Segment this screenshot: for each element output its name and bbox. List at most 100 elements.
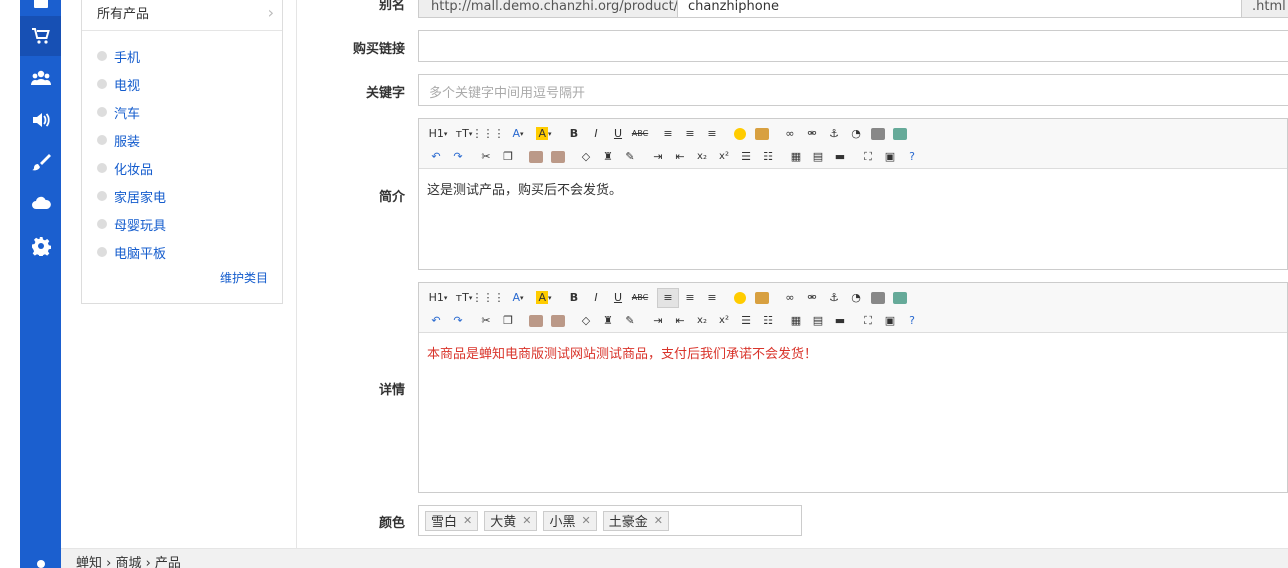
italic-button[interactable]: I: [585, 124, 607, 144]
line-height-icon[interactable]: ⋮⋮⋮: [472, 288, 505, 308]
strikethrough-button[interactable]: ABC: [629, 288, 651, 308]
font-color-button[interactable]: A ▾: [505, 124, 531, 144]
copy-icon[interactable]: ❐: [497, 311, 519, 331]
category-item[interactable]: 汽车: [82, 98, 282, 126]
eraser-icon[interactable]: ◇: [575, 311, 597, 331]
highlight-button[interactable]: A ▾: [531, 288, 557, 308]
category-item[interactable]: 家居家电: [82, 182, 282, 210]
unordered-list-icon[interactable]: ☷: [757, 147, 779, 167]
image-insert-icon[interactable]: [751, 288, 773, 308]
remove-tag-icon[interactable]: ✕: [581, 514, 590, 527]
remove-tag-icon[interactable]: ✕: [522, 514, 531, 527]
category-item[interactable]: 母婴玩具: [82, 210, 282, 238]
bold-button[interactable]: B: [563, 288, 585, 308]
nav-item-settings[interactable]: [20, 226, 61, 266]
nav-item-promotion[interactable]: [20, 100, 61, 140]
superscript-button[interactable]: x²: [713, 311, 735, 331]
fullscreen-icon[interactable]: ⛶: [857, 147, 879, 167]
horizontal-rule-icon[interactable]: ▬: [829, 147, 851, 167]
emoticon-icon[interactable]: [729, 124, 751, 144]
heading-button[interactable]: H1 ▾: [425, 288, 451, 308]
remove-tag-icon[interactable]: ✕: [463, 514, 472, 527]
format-painter-icon[interactable]: ✎: [619, 147, 641, 167]
source-icon[interactable]: ▣: [879, 311, 901, 331]
nav-item-shop[interactable]: [20, 16, 61, 56]
bold-button[interactable]: B: [563, 124, 585, 144]
align-left-icon[interactable]: ≡: [657, 124, 679, 144]
link-icon[interactable]: ∞: [779, 124, 801, 144]
table-icon[interactable]: ▦: [785, 311, 807, 331]
copy-icon[interactable]: ❐: [497, 147, 519, 167]
buylink-input[interactable]: [418, 30, 1288, 62]
anchor-icon[interactable]: ⚓: [823, 124, 845, 144]
unlink-icon[interactable]: ⚮: [801, 124, 823, 144]
summary-content[interactable]: 这是测试产品，购买后不会发货。: [419, 169, 1287, 208]
outdent-icon[interactable]: ⇤: [669, 311, 691, 331]
redo-icon[interactable]: ↷: [447, 311, 469, 331]
outdent-icon[interactable]: ⇤: [669, 147, 691, 167]
undo-icon[interactable]: ↶: [425, 311, 447, 331]
paste-icon[interactable]: [525, 311, 547, 331]
nav-item-design[interactable]: [20, 142, 61, 182]
anchor-icon[interactable]: ⚓: [823, 288, 845, 308]
align-right-icon[interactable]: ≡: [701, 288, 723, 308]
summary-editor[interactable]: H1 ▾ тT ▾ ⋮⋮⋮ A ▾ A ▾ B I U ABC ≡ ≡ ≡ ∞ ⚮ ⚓ …: [418, 118, 1288, 270]
format-painter-icon[interactable]: ✎: [619, 311, 641, 331]
nav-item-users[interactable]: [20, 58, 61, 98]
alias-input[interactable]: chanzhiphone: [677, 0, 1242, 18]
underline-button[interactable]: U: [607, 124, 629, 144]
maintain-categories-link[interactable]: 维护类目: [220, 269, 268, 286]
color-tags-input[interactable]: 雪白 ✕ 大黄 ✕ 小黑 ✕ 土豪金 ✕: [418, 505, 802, 536]
emoticon-icon[interactable]: [729, 288, 751, 308]
font-color-button[interactable]: A ▾: [505, 288, 531, 308]
line-height-icon[interactable]: ⋮⋮⋮: [472, 124, 505, 144]
unordered-list-icon[interactable]: ☷: [757, 311, 779, 331]
eraser-icon[interactable]: ◇: [575, 147, 597, 167]
image-icon[interactable]: [889, 288, 911, 308]
indent-icon[interactable]: ⇥: [647, 311, 669, 331]
paste-text-icon[interactable]: [547, 311, 569, 331]
fullscreen-icon[interactable]: ⛶: [857, 311, 879, 331]
paste-text-icon[interactable]: [547, 147, 569, 167]
help-icon[interactable]: ?: [901, 311, 923, 331]
ordered-list-icon[interactable]: ☰: [735, 311, 757, 331]
remove-tag-icon[interactable]: ✕: [654, 514, 663, 527]
ordered-list-icon[interactable]: ☰: [735, 147, 757, 167]
subscript-button[interactable]: x₂: [691, 311, 713, 331]
category-item[interactable]: 电脑平板: [82, 238, 282, 266]
category-all[interactable]: 所有产品 ›: [82, 0, 282, 31]
category-item[interactable]: 化妆品: [82, 154, 282, 182]
media-icon[interactable]: [867, 288, 889, 308]
undo-icon[interactable]: ↶: [425, 147, 447, 167]
clear-format-icon[interactable]: ♜: [597, 147, 619, 167]
underline-button[interactable]: U: [607, 288, 629, 308]
align-center-icon[interactable]: ≡: [679, 124, 701, 144]
cut-icon[interactable]: ✂: [475, 147, 497, 167]
category-item[interactable]: 电视: [82, 70, 282, 98]
heading-button[interactable]: H1 ▾: [425, 124, 451, 144]
subscript-button[interactable]: x₂: [691, 147, 713, 167]
source-icon[interactable]: ▣: [879, 147, 901, 167]
clear-format-icon[interactable]: ♜: [597, 311, 619, 331]
table-icon[interactable]: ▦: [785, 147, 807, 167]
code-icon[interactable]: ▤: [807, 147, 829, 167]
category-item[interactable]: 服装: [82, 126, 282, 154]
detail-editor[interactable]: H1 ▾ тT ▾ ⋮⋮⋮ A ▾ A ▾ B I U ABC ≡ ≡ ≡ ∞ ⚮ ⚓ …: [418, 282, 1288, 493]
media-icon[interactable]: [867, 124, 889, 144]
superscript-button[interactable]: x²: [713, 147, 735, 167]
horizontal-rule-icon[interactable]: ▬: [829, 311, 851, 331]
link-icon[interactable]: ∞: [779, 288, 801, 308]
redo-icon[interactable]: ↷: [447, 147, 469, 167]
nav-item-cloud[interactable]: [20, 183, 61, 223]
align-center-icon[interactable]: ≡: [679, 288, 701, 308]
detail-content[interactable]: 本商品是蝉知电商版测试网站测试商品，支付后我们承诺不会发货！: [419, 333, 1287, 372]
unlink-icon[interactable]: ⚮: [801, 288, 823, 308]
image-insert-icon[interactable]: [751, 124, 773, 144]
flash-icon[interactable]: ◔: [845, 124, 867, 144]
align-left-icon[interactable]: ≡: [657, 287, 679, 308]
code-icon[interactable]: ▤: [807, 311, 829, 331]
strikethrough-button[interactable]: ABC: [629, 124, 651, 144]
italic-button[interactable]: I: [585, 288, 607, 308]
align-right-icon[interactable]: ≡: [701, 124, 723, 144]
keywords-input[interactable]: 多个关键字中间用逗号隔开: [418, 74, 1288, 106]
